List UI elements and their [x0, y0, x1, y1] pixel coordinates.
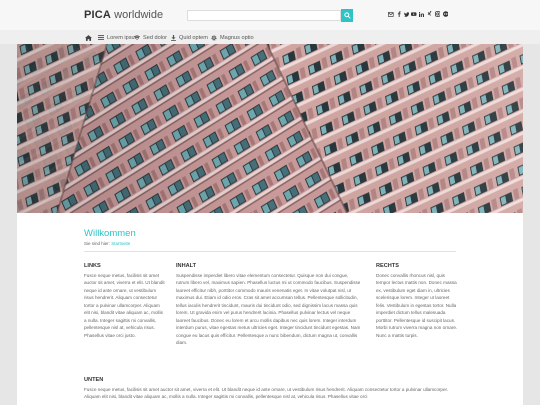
- column-text-links: Fusce neque metus, facilisis sit amet au…: [84, 273, 165, 338]
- nav-item-sed-dolor[interactable]: Sed dolor: [134, 33, 167, 42]
- mail-icon[interactable]: [388, 11, 394, 17]
- search-button[interactable]: [341, 9, 353, 22]
- column-text-rechts: Donec convallis rhoncus nisl, quis tempo…: [376, 273, 458, 338]
- column-heading-links: LINKS: [84, 263, 101, 269]
- column-heading-inhalt: INHALT: [176, 263, 197, 269]
- nav-home[interactable]: [85, 33, 92, 42]
- site-header: PICA worldwide: [0, 0, 540, 30]
- download-icon: [171, 34, 176, 41]
- column-heading-rechts: RECHTS: [376, 263, 399, 269]
- column-text-unten: Fusce neque metus, facilisis sit amet au…: [84, 387, 449, 400]
- search-icon: [343, 12, 351, 19]
- gear-icon: [211, 34, 217, 41]
- logo-brand: PICA: [84, 9, 112, 21]
- column-text-inhalt: Suspendisse imperdiet libero vitae eleme…: [176, 273, 361, 346]
- main-navigation: Lorem ipsum Sed dolor Quid optem Magnus …: [0, 30, 540, 44]
- facebook-icon[interactable]: [396, 11, 402, 17]
- nav-label-sed-dolor: Sed dolor: [143, 34, 167, 41]
- breadcrumb-link-startseite[interactable]: Startseite: [111, 241, 130, 246]
- main-content: Willkommen Sie sind hier: Startseite LIN…: [17, 213, 523, 405]
- site-logo[interactable]: PICA worldwide: [84, 9, 163, 21]
- instagram-icon[interactable]: [434, 11, 441, 17]
- linkedin-icon[interactable]: [419, 11, 425, 17]
- xing-icon[interactable]: [427, 11, 433, 17]
- youtube-icon[interactable]: [411, 11, 417, 17]
- nav-item-quid-optem[interactable]: Quid optem: [171, 33, 208, 42]
- wifi-icon: [134, 35, 140, 40]
- divider: [84, 251, 456, 252]
- building-facade-photo: [17, 44, 523, 213]
- flickr-icon[interactable]: [442, 11, 449, 17]
- menu-icon: [98, 35, 104, 40]
- search-input[interactable]: [187, 10, 341, 21]
- home-icon: [85, 34, 92, 41]
- breadcrumb: Sie sind hier: Startseite: [84, 241, 130, 246]
- social-links: [388, 11, 449, 17]
- nav-label-quid-optem: Quid optem: [179, 34, 208, 41]
- page-title: Willkommen: [84, 228, 136, 239]
- column-heading-unten: UNTEN: [84, 377, 104, 383]
- nav-label-magnus-optio: Magnus optio: [220, 34, 254, 41]
- hero-image: [17, 44, 523, 213]
- breadcrumb-prefix: Sie sind hier:: [84, 241, 111, 246]
- nav-item-magnus-optio[interactable]: Magnus optio: [211, 33, 254, 42]
- twitter-icon[interactable]: [403, 11, 410, 17]
- logo-suffix: worldwide: [114, 9, 164, 21]
